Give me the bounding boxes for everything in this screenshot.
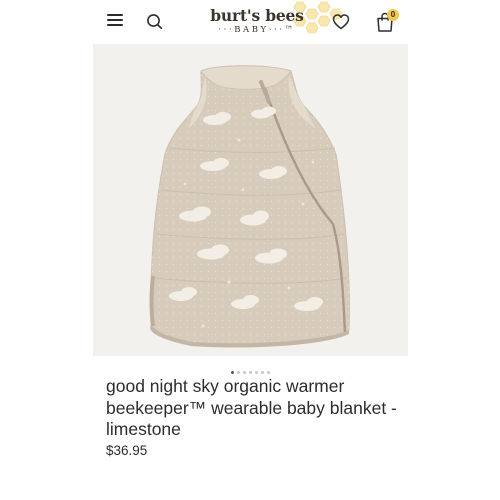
gallery-dot[interactable] [243, 371, 246, 375]
gallery-dot[interactable] [249, 371, 252, 375]
product-image [149, 65, 350, 348]
logo-wordmark: burt's bees [210, 6, 304, 25]
product-price: $36.95 [106, 443, 148, 458]
mobile-screen: burt's bees ···BABY···™ 0 good night sky… [93, 0, 408, 500]
gallery-dot[interactable] [231, 371, 234, 375]
logo-subline: ···BABY···™ [218, 25, 296, 35]
product-image-gallery[interactable] [93, 44, 408, 356]
gallery-dot[interactable] [255, 371, 258, 375]
hamburger-menu-icon[interactable] [107, 13, 123, 27]
brand-logo[interactable]: burt's bees ···BABY···™ [201, 4, 313, 38]
cart-count-badge: 0 [387, 9, 399, 21]
gallery-dot[interactable] [261, 371, 264, 375]
search-icon[interactable] [145, 12, 165, 32]
site-header: burt's bees ···BABY···™ 0 [93, 0, 408, 44]
heart-icon[interactable] [331, 12, 351, 32]
gallery-pagination [93, 364, 408, 375]
gallery-dot[interactable] [237, 371, 240, 375]
gallery-dot[interactable] [267, 371, 270, 375]
product-title: good night sky organic warmer beekeeper™… [106, 376, 397, 439]
